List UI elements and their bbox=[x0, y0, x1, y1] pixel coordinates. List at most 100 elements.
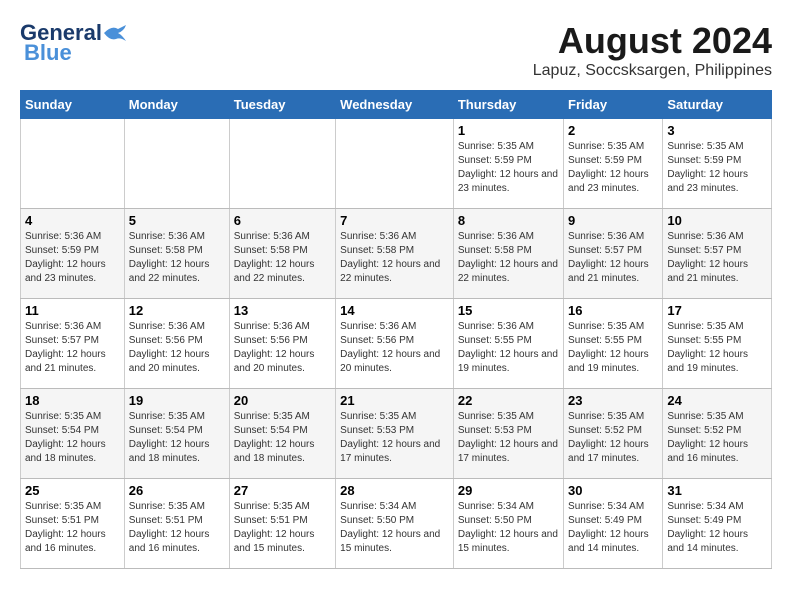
day-details: Sunrise: 5:36 AMSunset: 5:58 PMDaylight:… bbox=[340, 231, 440, 284]
day-details: Sunrise: 5:36 AMSunset: 5:56 PMDaylight:… bbox=[340, 321, 440, 374]
day-number: 29 bbox=[458, 483, 559, 498]
day-details: Sunrise: 5:36 AMSunset: 5:58 PMDaylight:… bbox=[234, 231, 315, 284]
day-number: 20 bbox=[234, 393, 331, 408]
day-details: Sunrise: 5:36 AMSunset: 5:55 PMDaylight:… bbox=[458, 321, 558, 374]
calendar-table: SundayMondayTuesdayWednesdayThursdayFrid… bbox=[20, 90, 772, 569]
logo-text-blue: Blue bbox=[20, 40, 72, 66]
day-number: 8 bbox=[458, 213, 559, 228]
week-row-2: 4 Sunrise: 5:36 AMSunset: 5:59 PMDaylight… bbox=[21, 209, 772, 299]
day-number: 4 bbox=[25, 213, 120, 228]
day-details: Sunrise: 5:35 AMSunset: 5:59 PMDaylight:… bbox=[568, 141, 649, 194]
calendar-cell: 28Sunrise: 5:34 AMSunset: 5:50 PMDayligh… bbox=[336, 479, 454, 569]
calendar-cell: 10 Sunrise: 5:36 AMSunset: 5:57 PMDayligh… bbox=[663, 209, 772, 299]
day-number: 31 bbox=[667, 483, 767, 498]
calendar-cell: 3 Sunrise: 5:35 AMSunset: 5:59 PMDaylight… bbox=[663, 119, 772, 209]
calendar-cell: 27 Sunrise: 5:35 AMSunset: 5:51 PMDayligh… bbox=[229, 479, 335, 569]
day-number: 9 bbox=[568, 213, 658, 228]
day-number: 16 bbox=[568, 303, 658, 318]
calendar-cell: 30 Sunrise: 5:34 AMSunset: 5:49 PMDayligh… bbox=[564, 479, 663, 569]
calendar-cell: 5Sunrise: 5:36 AMSunset: 5:58 PMDaylight… bbox=[124, 209, 229, 299]
header-day-wednesday: Wednesday bbox=[336, 91, 454, 119]
calendar-cell: 31 Sunrise: 5:34 AMSunset: 5:49 PMDayligh… bbox=[663, 479, 772, 569]
calendar-cell: 15 Sunrise: 5:36 AMSunset: 5:55 PMDayligh… bbox=[453, 299, 563, 389]
day-number: 11 bbox=[25, 303, 120, 318]
calendar-cell: 20 Sunrise: 5:35 AMSunset: 5:54 PMDayligh… bbox=[229, 389, 335, 479]
week-row-4: 18 Sunrise: 5:35 AMSunset: 5:54 PMDayligh… bbox=[21, 389, 772, 479]
day-number: 23 bbox=[568, 393, 658, 408]
calendar-cell: 12 Sunrise: 5:36 AMSunset: 5:56 PMDayligh… bbox=[124, 299, 229, 389]
day-number: 10 bbox=[667, 213, 767, 228]
day-details: Sunrise: 5:35 AMSunset: 5:53 PMDaylight:… bbox=[458, 411, 558, 464]
calendar-cell: 11 Sunrise: 5:36 AMSunset: 5:57 PMDayligh… bbox=[21, 299, 125, 389]
day-details: Sunrise: 5:35 AMSunset: 5:52 PMDaylight:… bbox=[667, 411, 748, 464]
day-details: Sunrise: 5:35 AMSunset: 5:51 PMDaylight:… bbox=[25, 501, 106, 554]
calendar-cell: 19 Sunrise: 5:35 AMSunset: 5:54 PMDayligh… bbox=[124, 389, 229, 479]
calendar-cell: 6 Sunrise: 5:36 AMSunset: 5:58 PMDaylight… bbox=[229, 209, 335, 299]
day-number: 25 bbox=[25, 483, 120, 498]
calendar-cell: 2 Sunrise: 5:35 AMSunset: 5:59 PMDaylight… bbox=[564, 119, 663, 209]
calendar-subtitle: Lapuz, Soccsksargen, Philippines bbox=[533, 62, 772, 80]
day-details: Sunrise: 5:34 AMSunset: 5:50 PMDaylight:… bbox=[458, 501, 558, 554]
day-details: Sunrise: 5:36 AMSunset: 5:59 PMDaylight:… bbox=[25, 231, 106, 284]
calendar-cell bbox=[336, 119, 454, 209]
day-number: 7 bbox=[340, 213, 449, 228]
day-details: Sunrise: 5:36 AMSunset: 5:56 PMDaylight:… bbox=[129, 321, 210, 374]
header-day-friday: Friday bbox=[564, 91, 663, 119]
day-number: 6 bbox=[234, 213, 331, 228]
calendar-cell: 4 Sunrise: 5:36 AMSunset: 5:59 PMDaylight… bbox=[21, 209, 125, 299]
calendar-cell bbox=[229, 119, 335, 209]
header-day-tuesday: Tuesday bbox=[229, 91, 335, 119]
calendar-cell: 23Sunrise: 5:35 AMSunset: 5:52 PMDayligh… bbox=[564, 389, 663, 479]
day-number: 30 bbox=[568, 483, 658, 498]
day-number: 15 bbox=[458, 303, 559, 318]
calendar-title: August 2024 bbox=[533, 20, 772, 62]
calendar-cell: 1Sunrise: 5:35 AMSunset: 5:59 PMDaylight… bbox=[453, 119, 563, 209]
week-row-5: 25 Sunrise: 5:35 AMSunset: 5:51 PMDayligh… bbox=[21, 479, 772, 569]
calendar-cell: 25 Sunrise: 5:35 AMSunset: 5:51 PMDayligh… bbox=[21, 479, 125, 569]
week-row-3: 11 Sunrise: 5:36 AMSunset: 5:57 PMDayligh… bbox=[21, 299, 772, 389]
calendar-cell: 8Sunrise: 5:36 AMSunset: 5:58 PMDaylight… bbox=[453, 209, 563, 299]
day-number: 21 bbox=[340, 393, 449, 408]
day-number: 14 bbox=[340, 303, 449, 318]
calendar-cell: 29 Sunrise: 5:34 AMSunset: 5:50 PMDayligh… bbox=[453, 479, 563, 569]
day-number: 27 bbox=[234, 483, 331, 498]
calendar-cell bbox=[21, 119, 125, 209]
day-details: Sunrise: 5:35 AMSunset: 5:51 PMDaylight:… bbox=[129, 501, 210, 554]
day-details: Sunrise: 5:35 AMSunset: 5:54 PMDaylight:… bbox=[234, 411, 315, 464]
week-row-1: 1 Sunrise: 5:35 AMSunset: 5:59 PMDaylight… bbox=[21, 119, 772, 209]
day-number: 3 bbox=[667, 123, 767, 138]
day-details: Sunrise: 5:36 AMSunset: 5:57 PMDaylight:… bbox=[568, 231, 649, 284]
calendar-cell: 18Sunrise: 5:35 AMSunset: 5:54 PMDayligh… bbox=[21, 389, 125, 479]
day-details: Sunrise: 5:36 AMSunset: 5:58 PMDaylight:… bbox=[129, 231, 210, 284]
calendar-cell: 17Sunrise: 5:35 AMSunset: 5:55 PMDayligh… bbox=[663, 299, 772, 389]
title-area: August 2024 Lapuz, Soccsksargen, Philipp… bbox=[533, 20, 772, 80]
day-details: Sunrise: 5:36 AMSunset: 5:57 PMDaylight:… bbox=[667, 231, 748, 284]
day-details: Sunrise: 5:35 AMSunset: 5:51 PMDaylight:… bbox=[234, 501, 315, 554]
calendar-cell: 9 Sunrise: 5:36 AMSunset: 5:57 PMDaylight… bbox=[564, 209, 663, 299]
day-number: 17 bbox=[667, 303, 767, 318]
day-details: Sunrise: 5:34 AMSunset: 5:49 PMDaylight:… bbox=[667, 501, 748, 554]
calendar-cell bbox=[124, 119, 229, 209]
day-details: Sunrise: 5:35 AMSunset: 5:54 PMDaylight:… bbox=[129, 411, 210, 464]
day-details: Sunrise: 5:35 AMSunset: 5:53 PMDaylight:… bbox=[340, 411, 440, 464]
day-number: 24 bbox=[667, 393, 767, 408]
header-day-thursday: Thursday bbox=[453, 91, 563, 119]
calendar-cell: 7 Sunrise: 5:36 AMSunset: 5:58 PMDaylight… bbox=[336, 209, 454, 299]
day-details: Sunrise: 5:34 AMSunset: 5:49 PMDaylight:… bbox=[568, 501, 649, 554]
day-number: 13 bbox=[234, 303, 331, 318]
day-details: Sunrise: 5:36 AMSunset: 5:57 PMDaylight:… bbox=[25, 321, 106, 374]
day-number: 2 bbox=[568, 123, 658, 138]
calendar-cell: 14 Sunrise: 5:36 AMSunset: 5:56 PMDayligh… bbox=[336, 299, 454, 389]
calendar-cell: 13Sunrise: 5:36 AMSunset: 5:56 PMDayligh… bbox=[229, 299, 335, 389]
day-number: 18 bbox=[25, 393, 120, 408]
day-number: 19 bbox=[129, 393, 225, 408]
day-number: 12 bbox=[129, 303, 225, 318]
day-number: 1 bbox=[458, 123, 559, 138]
day-details: Sunrise: 5:34 AMSunset: 5:50 PMDaylight:… bbox=[340, 501, 440, 554]
calendar-cell: 24 Sunrise: 5:35 AMSunset: 5:52 PMDayligh… bbox=[663, 389, 772, 479]
header-day-saturday: Saturday bbox=[663, 91, 772, 119]
logo-bird-icon bbox=[104, 25, 126, 41]
header-day-monday: Monday bbox=[124, 91, 229, 119]
calendar-cell: 16Sunrise: 5:35 AMSunset: 5:55 PMDayligh… bbox=[564, 299, 663, 389]
day-details: Sunrise: 5:35 AMSunset: 5:59 PMDaylight:… bbox=[667, 141, 748, 194]
